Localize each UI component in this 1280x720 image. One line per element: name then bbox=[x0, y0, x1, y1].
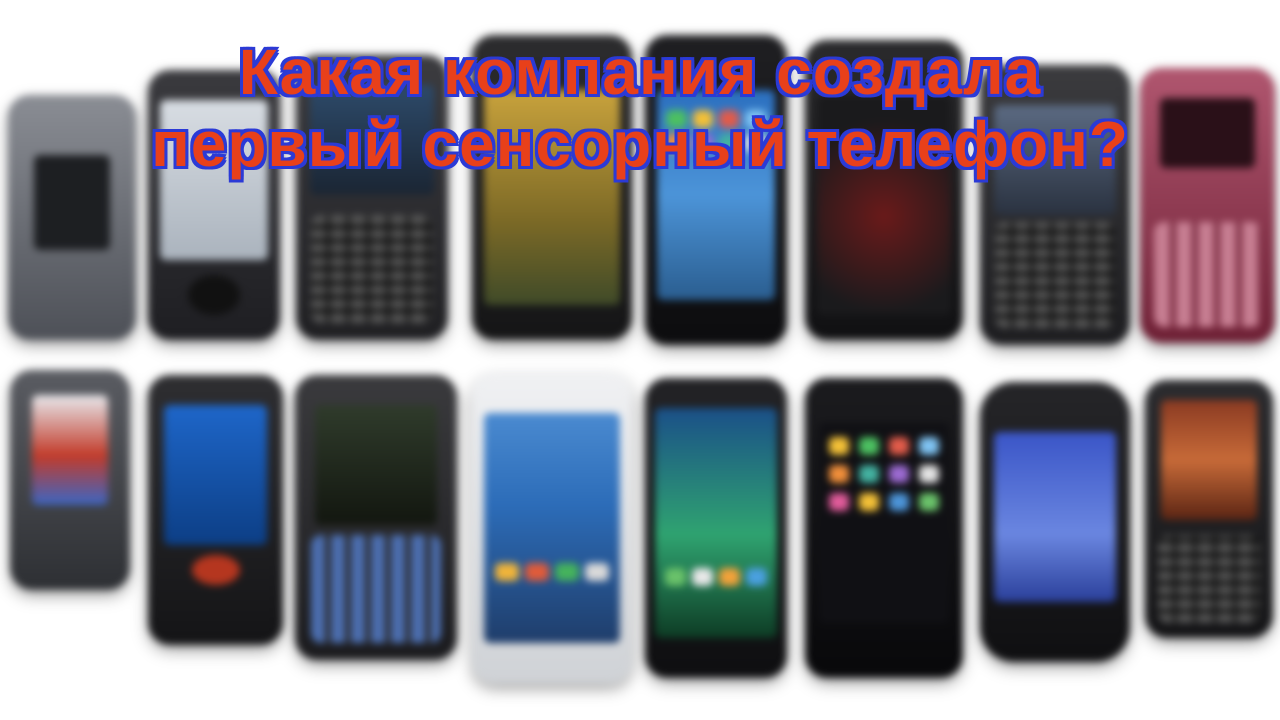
phone-galaxy-white bbox=[472, 373, 632, 683]
phone-slider-blue bbox=[148, 375, 283, 645]
phone-iphone-black-2 bbox=[805, 378, 963, 678]
phone-bar-dark bbox=[1145, 380, 1273, 638]
phone-flip-open bbox=[10, 370, 130, 590]
phone-android-black bbox=[980, 382, 1130, 662]
phone-lg-black bbox=[645, 378, 787, 678]
title-line-2: первый сенсорный телефон? bbox=[151, 108, 1129, 180]
title-line-1: Какая компания создала bbox=[238, 36, 1042, 108]
question-title: Какая компания создала первый сенсорный … bbox=[0, 36, 1280, 180]
phone-qwerty-samsung bbox=[295, 375, 457, 660]
